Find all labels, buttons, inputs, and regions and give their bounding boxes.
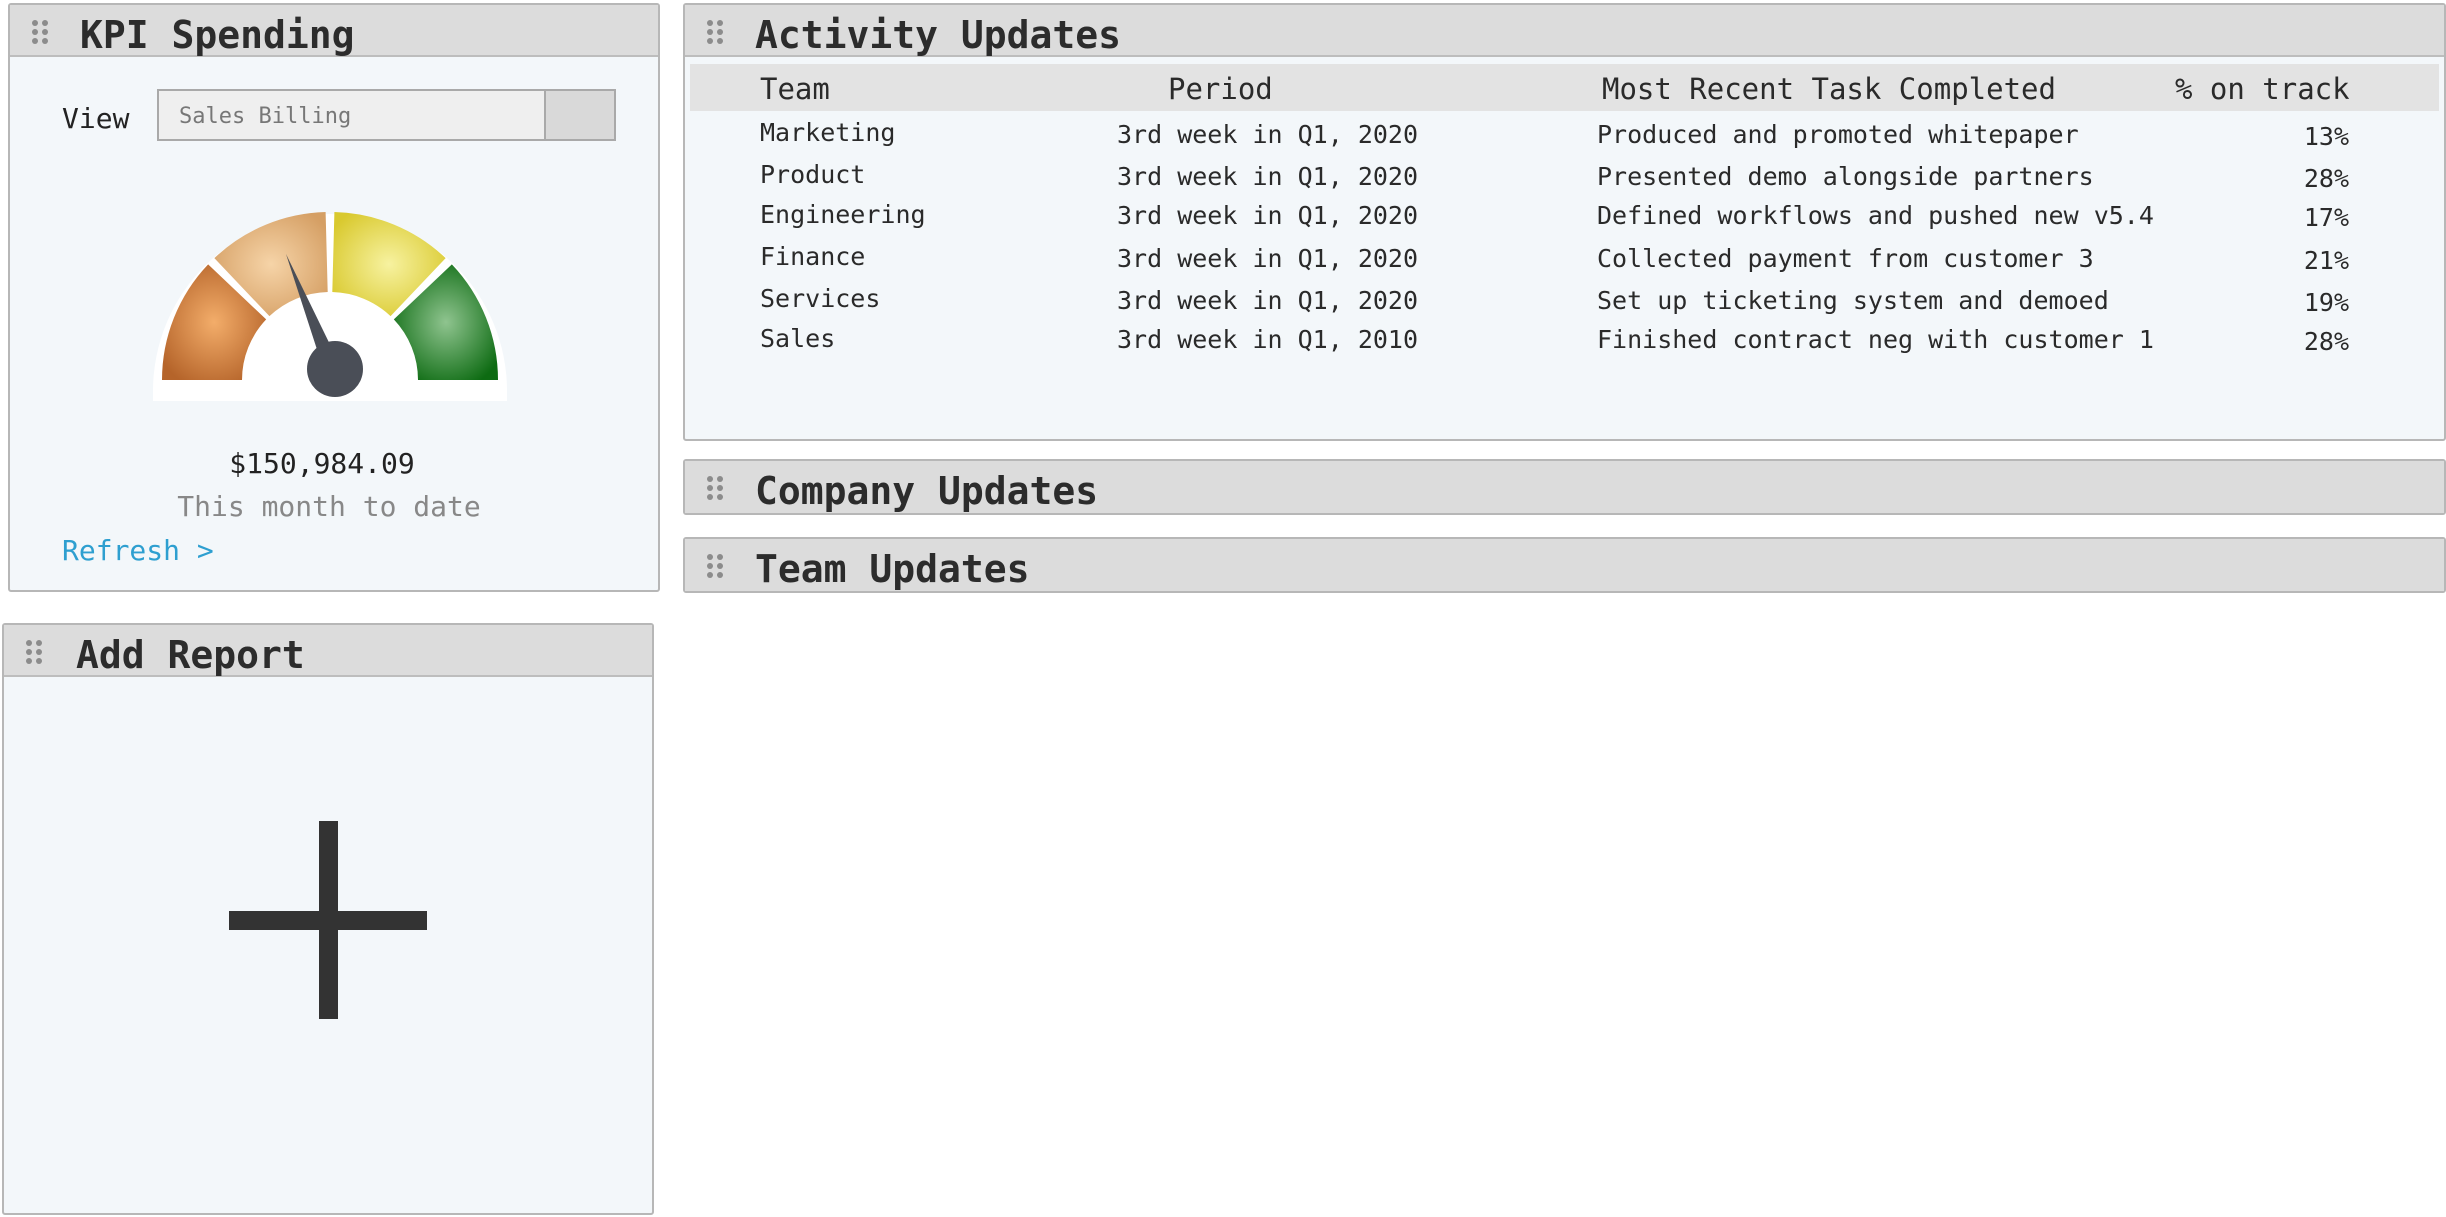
- cell-task: Set up ticketing system and demoed: [1597, 286, 2109, 315]
- view-select-button[interactable]: [544, 91, 614, 139]
- cell-task: Presented demo alongside partners: [1597, 162, 2094, 191]
- drag-handle-icon[interactable]: [30, 19, 50, 45]
- cell-team: Services: [760, 284, 881, 313]
- cell-on-track: 28%: [2303, 327, 2349, 356]
- gauge-icon: [145, 165, 515, 405]
- cell-task: Collected payment from customer 3: [1597, 244, 2094, 273]
- activity-updates-header[interactable]: Activity Updates: [685, 5, 2444, 57]
- cell-task: Defined workflows and pushed new v5.4: [1597, 201, 2154, 230]
- column-header-team[interactable]: Team: [760, 72, 830, 106]
- company-updates-header[interactable]: Company Updates: [685, 461, 2444, 513]
- view-select-value: Sales Billing: [179, 104, 352, 129]
- cell-team: Marketing: [760, 118, 896, 147]
- add-report-widget: Add Report: [2, 623, 654, 1215]
- kpi-spending-header[interactable]: KPI Spending: [10, 5, 658, 57]
- cell-team: Finance: [760, 242, 866, 271]
- cell-on-track: 13%: [2303, 122, 2349, 151]
- drag-handle-icon[interactable]: [705, 475, 725, 501]
- add-report-header[interactable]: Add Report: [4, 625, 652, 677]
- drag-handle-icon[interactable]: [705, 553, 725, 579]
- company-updates-title: Company Updates: [755, 469, 1099, 513]
- column-header-period[interactable]: Period: [1168, 72, 1273, 106]
- table-header: Team Period Most Recent Task Completed %…: [690, 64, 2439, 111]
- cell-on-track: 28%: [2303, 164, 2349, 193]
- cell-period: 3rd week in Q1, 2020: [1117, 162, 1419, 191]
- column-header-on-track[interactable]: % on track: [2175, 72, 2350, 106]
- view-label: View: [62, 102, 130, 135]
- kpi-period-label: This month to date: [177, 490, 481, 523]
- drag-handle-icon[interactable]: [705, 19, 725, 45]
- cell-task: Finished contract neg with customer 1: [1597, 325, 2154, 354]
- cell-period: 3rd week in Q1, 2020: [1117, 201, 1419, 230]
- kpi-amount: $150,984.09: [229, 447, 415, 480]
- cell-period: 3rd week in Q1, 2020: [1117, 244, 1419, 273]
- drag-handle-icon[interactable]: [24, 639, 44, 665]
- cell-team: Engineering: [760, 200, 926, 229]
- cell-on-track: 21%: [2303, 246, 2349, 275]
- refresh-link[interactable]: Refresh >: [62, 534, 214, 567]
- kpi-spending-title: KPI Spending: [80, 13, 355, 57]
- team-updates-widget[interactable]: Team Updates: [683, 537, 2446, 593]
- activity-updates-widget: Activity Updates Team Period Most Recent…: [683, 3, 2446, 441]
- company-updates-widget[interactable]: Company Updates: [683, 459, 2446, 515]
- plus-icon[interactable]: [229, 821, 427, 1019]
- cell-on-track: 19%: [2303, 288, 2349, 317]
- kpi-spending-widget: KPI Spending View Sales Billing $150,984…: [8, 3, 660, 592]
- team-updates-title: Team Updates: [755, 547, 1030, 591]
- cell-period: 3rd week in Q1, 2010: [1117, 325, 1419, 354]
- cell-period: 3rd week in Q1, 2020: [1117, 120, 1419, 149]
- team-updates-header[interactable]: Team Updates: [685, 539, 2444, 591]
- activity-updates-title: Activity Updates: [755, 13, 1122, 57]
- add-report-title: Add Report: [76, 633, 305, 677]
- cell-task: Produced and promoted whitepaper: [1597, 120, 2079, 149]
- cell-team: Product: [760, 160, 866, 189]
- cell-team: Sales: [760, 324, 836, 353]
- view-select[interactable]: Sales Billing: [157, 89, 616, 141]
- column-header-task[interactable]: Most Recent Task Completed: [1602, 72, 2056, 106]
- cell-on-track: 17%: [2303, 203, 2349, 232]
- cell-period: 3rd week in Q1, 2020: [1117, 286, 1419, 315]
